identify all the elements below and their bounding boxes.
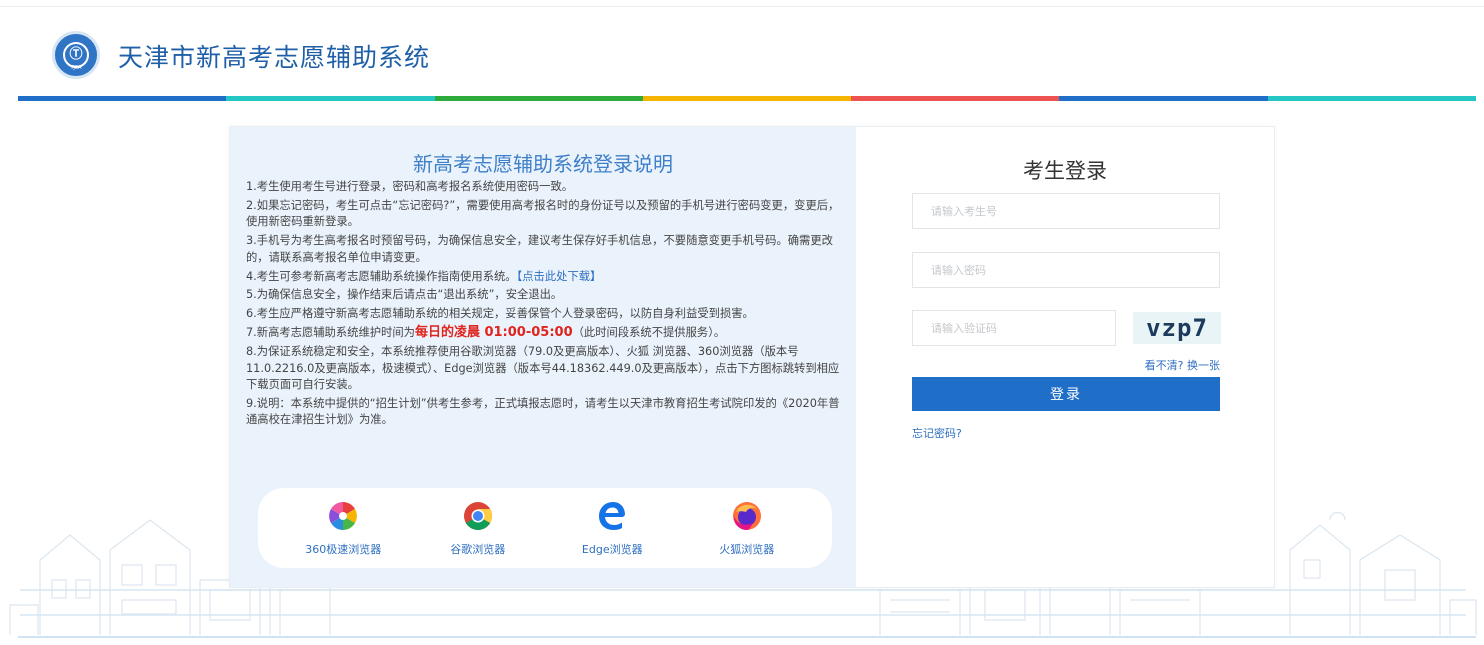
password-input[interactable] [912, 252, 1220, 288]
chrome-icon [463, 501, 492, 530]
browser-360-link[interactable]: 360极速浏览器 [288, 500, 398, 557]
maintenance-suffix: （此时间段系统不提供服务）。 [572, 326, 726, 340]
notice-item-7-text: 7.新高考志愿辅助系统维护时间为 [246, 326, 415, 340]
header: Ⓣ TJEA 天津市新高考志愿辅助系统 [0, 0, 1484, 101]
notice-item-5: 5.为确保信息安全，操作结束后请点击“退出系统”，安全退出。 [246, 288, 563, 302]
main-panel: 新高考志愿辅助系统登录说明 1.考生使用考生号进行登录，密码和高考报名系统使用密… [229, 126, 1275, 588]
logo: Ⓣ TJEA [52, 31, 100, 79]
notice-item-4: 4.考生可参考新高考志愿辅助系统操作指南使用系统。【点击此处下载】 [246, 269, 846, 285]
forgot-password-link[interactable]: 忘记密码? [912, 425, 962, 441]
site-title: 天津市新高考志愿辅助系统 [118, 43, 431, 72]
color-bar-segment [18, 96, 227, 101]
color-bar-segment [434, 96, 643, 101]
student-id-input[interactable] [912, 193, 1220, 229]
notice-item-7: 7.新高考志愿辅助系统维护时间为每日的凌晨 01:00-05:00（此时间段系统… [246, 325, 846, 341]
login-form: 考生登录 vzp7 看不清? 换一张 登录 忘记密码? [856, 127, 1274, 587]
color-bar-segment [851, 96, 1060, 101]
notice-item-6: 6.考生应严格遵守新高考志愿辅助系统的相关规定，妥善保管个人登录密码，以防自身利… [246, 307, 754, 321]
notice-item-9: 9.说明：本系统中提供的“招生计划”供考生参考，正式填报志愿时，请考生以天津市教… [246, 396, 840, 427]
360-browser-icon [329, 501, 358, 530]
browser-firefox-link[interactable]: 火狐浏览器 [692, 500, 802, 557]
color-bar-segment [1059, 96, 1268, 101]
captcha-image[interactable]: vzp7 [1133, 312, 1221, 344]
download-guide-link[interactable]: 【点击此处下载】 [517, 270, 602, 283]
notice-item-1: 1.考生使用考生号进行登录，密码和高考报名系统使用密码一致。 [246, 180, 574, 193]
notice-item-8: 8.为保证系统稳定和安全，本系统推荐使用谷歌浏览器（79.0及更高版本）、火狐 … [246, 345, 840, 391]
login-button[interactable]: 登录 [912, 377, 1220, 411]
login-title: 考生登录 [1023, 159, 1107, 183]
login-notice: 新高考志愿辅助系统登录说明 1.考生使用考生号进行登录，密码和高考报名系统使用密… [230, 127, 856, 587]
edge-icon [599, 501, 626, 530]
firefox-icon [732, 501, 761, 530]
browser-edge-link[interactable]: Edge浏览器 [557, 500, 667, 557]
notice-list: 1.考生使用考生号进行登录，密码和高考报名系统使用密码一致。 2.如果忘记密码，… [246, 179, 846, 431]
color-bar-segment [642, 96, 852, 101]
browser-firefox-label: 火狐浏览器 [719, 542, 775, 556]
color-bar-segment [1267, 96, 1476, 101]
maintenance-time: 每日的凌晨 01:00-05:00 [414, 325, 573, 341]
color-bar [18, 96, 1476, 101]
browser-download-bar: 360极速浏览器 谷歌浏览器 Edge浏览器 火狐浏览器 [258, 488, 832, 568]
refresh-captcha-link[interactable]: 看不清? 换一张 [1086, 357, 1220, 373]
browser-edge-label: Edge浏览器 [581, 542, 643, 556]
browser-chrome-label: 谷歌浏览器 [450, 542, 506, 556]
notice-item-4-text: 4.考生可参考新高考志愿辅助系统操作指南使用系统。 [246, 269, 517, 283]
browser-chrome-link[interactable]: 谷歌浏览器 [423, 500, 533, 557]
browser-360-label: 360极速浏览器 [305, 542, 382, 556]
notice-item-2: 2.如果忘记密码，考生可点击“忘记密码?”，需要使用高考报名时的身份证号以及预留… [246, 198, 840, 229]
top-divider [0, 6, 1484, 7]
notice-item-3: 3.手机号为考生高考报名时预留号码，为确保信息安全，建议考生保存好手机信息，不要… [246, 234, 833, 264]
logo-text: TJEA [70, 65, 82, 71]
ground-line [18, 636, 1476, 638]
color-bar-segment [226, 96, 435, 101]
captcha-input[interactable] [912, 310, 1116, 346]
notice-title: 新高考志愿辅助系统登录说明 [413, 152, 673, 176]
